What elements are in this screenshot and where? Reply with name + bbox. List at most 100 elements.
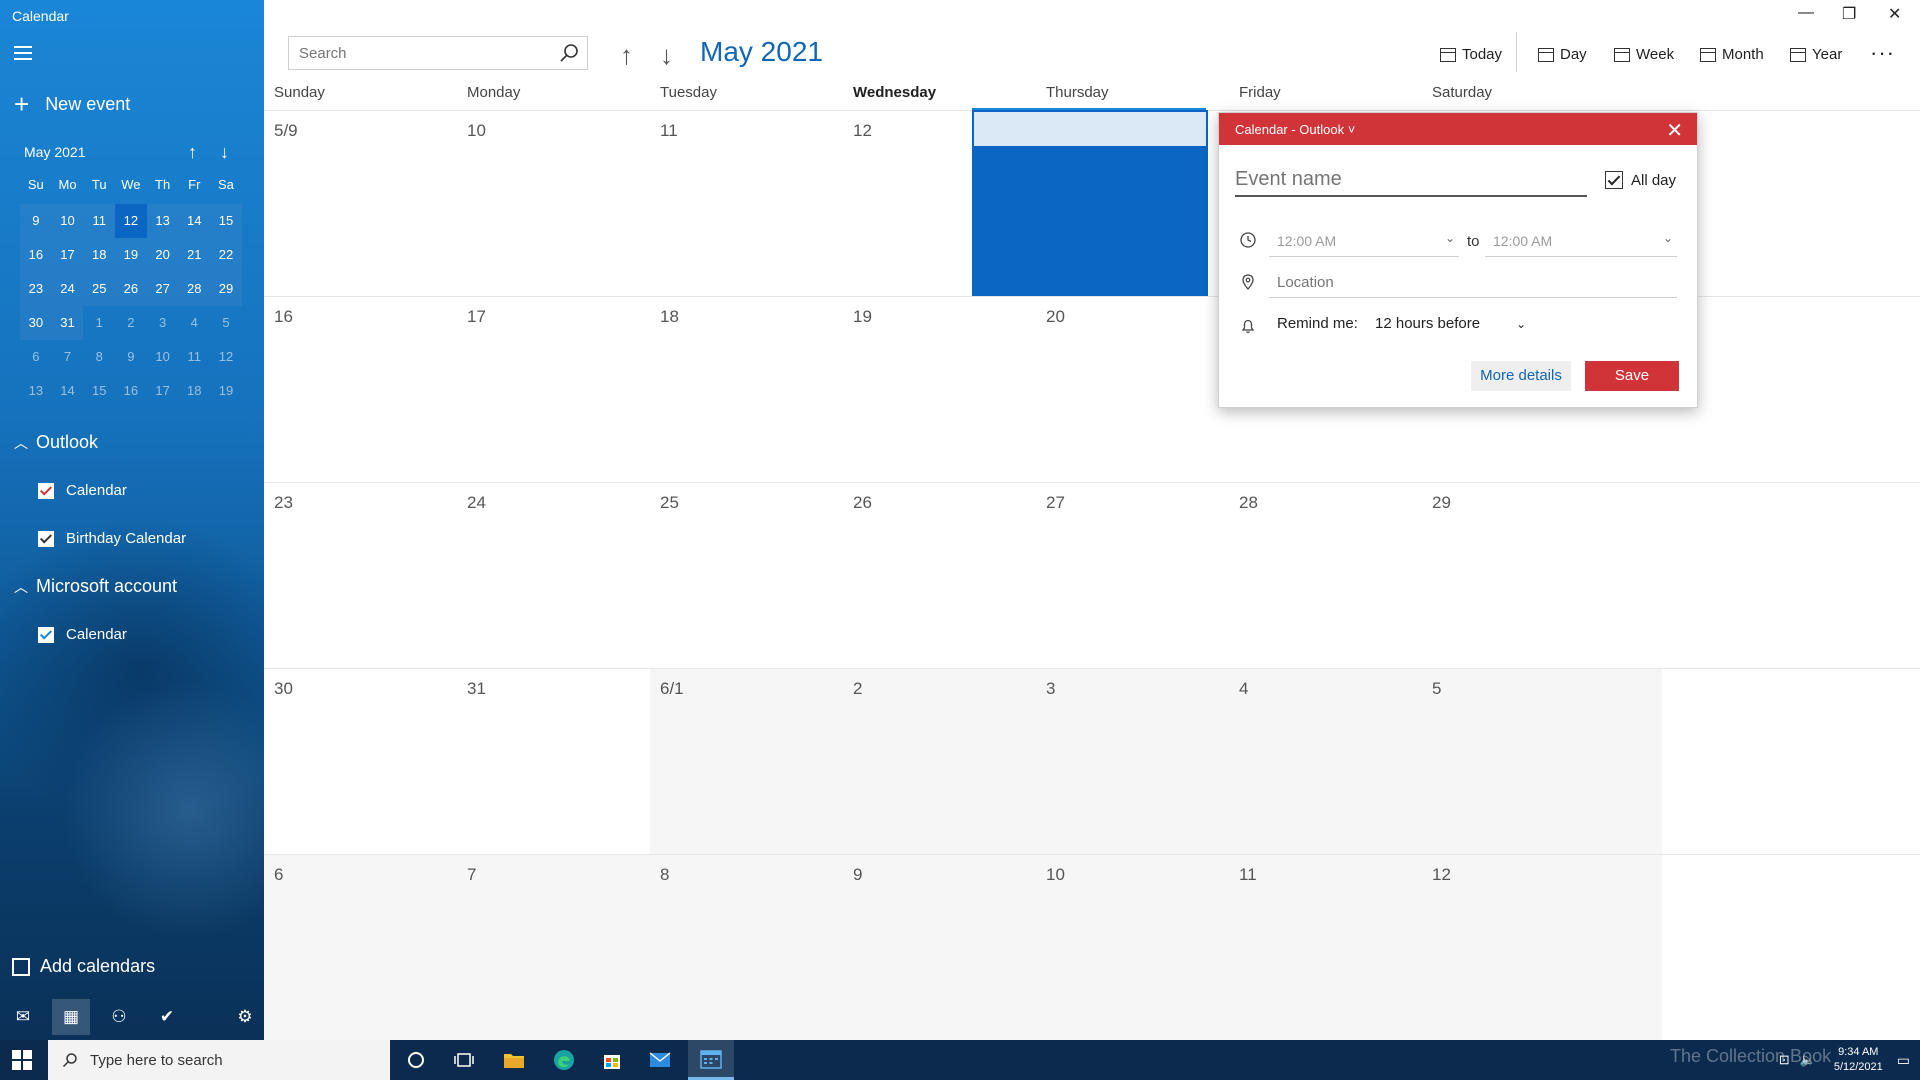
more-details-button[interactable]: More details: [1471, 361, 1571, 391]
day-cell[interactable]: 12: [1422, 855, 1662, 1040]
system-clock[interactable]: 9:34 AM 5/12/2021: [1834, 1045, 1883, 1075]
close-popup-icon[interactable]: ✕: [1666, 118, 1683, 143]
day-cell[interactable]: 7: [457, 855, 650, 1040]
calendar-item-birthday-calendar[interactable]: Birthday Calendar: [38, 530, 186, 547]
mini-calendar-day[interactable]: 14: [178, 204, 211, 238]
mini-calendar-day[interactable]: 23: [20, 272, 52, 306]
group-microsoft-account[interactable]: ︿ Microsoft account: [14, 576, 177, 597]
mini-calendar-day[interactable]: 12: [210, 340, 242, 374]
more-options-icon[interactable]: ···: [1870, 40, 1895, 66]
mini-calendar-day[interactable]: 5: [210, 306, 242, 340]
previous-month-arrow-icon[interactable]: ↑: [620, 40, 633, 71]
search-input[interactable]: [289, 37, 539, 69]
mini-calendar-day[interactable]: 24: [51, 272, 84, 306]
selected-day-block[interactable]: [972, 110, 1208, 296]
file-explorer-icon[interactable]: [500, 1046, 528, 1074]
month-title[interactable]: May 2021: [700, 36, 823, 68]
calendar-item-microsoft-calendar[interactable]: Calendar: [38, 626, 127, 643]
day-cell[interactable]: 9: [843, 855, 1036, 1040]
mini-calendar-day[interactable]: 11: [178, 340, 210, 374]
mini-calendar-day[interactable]: 21: [178, 238, 211, 272]
today-button[interactable]: Today: [1440, 46, 1502, 63]
mini-calendar-day[interactable]: 13: [20, 374, 52, 408]
search-icon[interactable]: [559, 43, 579, 63]
week-view-button[interactable]: Week: [1614, 46, 1674, 63]
day-cell[interactable]: 2: [843, 669, 1036, 854]
day-cell[interactable]: 16: [264, 297, 457, 482]
mini-calendar-day[interactable]: 26: [115, 272, 147, 306]
day-view-button[interactable]: Day: [1538, 46, 1587, 63]
mini-calendar-day[interactable]: 16: [115, 374, 147, 408]
hamburger-menu-icon[interactable]: [14, 46, 32, 60]
mini-calendar-day[interactable]: 31: [51, 306, 84, 340]
checkbox-checked-icon[interactable]: [38, 626, 54, 643]
mini-calendar-month-label[interactable]: May 2021: [24, 144, 85, 160]
save-button[interactable]: Save: [1585, 361, 1679, 391]
mail-icon[interactable]: ✉: [4, 999, 42, 1035]
year-view-button[interactable]: Year: [1790, 46, 1842, 63]
mini-calendar-day[interactable]: 11: [83, 204, 116, 238]
next-month-arrow-icon[interactable]: ↓: [660, 40, 673, 71]
day-cell[interactable]: 25: [650, 483, 843, 668]
day-cell[interactable]: 24: [457, 483, 650, 668]
close-window-icon[interactable]: ✕: [1888, 4, 1901, 24]
calendar-item-outlook-calendar[interactable]: Calendar: [38, 482, 127, 499]
day-cell[interactable]: 28: [1229, 483, 1422, 668]
calendar-app-taskbar-button[interactable]: [688, 1040, 734, 1080]
day-cell[interactable]: 8: [650, 855, 843, 1040]
checkbox-checked-icon[interactable]: [38, 530, 54, 547]
all-day-checkbox[interactable]: All day: [1605, 171, 1676, 189]
day-cell[interactable]: 17: [457, 297, 650, 482]
mini-calendar-day[interactable]: 2: [115, 306, 147, 340]
new-event-button[interactable]: + New event: [14, 91, 130, 117]
mini-calendar-day[interactable]: 27: [146, 272, 179, 306]
todo-icon[interactable]: ✔: [148, 999, 186, 1035]
mini-calendar-day[interactable]: 18: [83, 238, 116, 272]
day-cell[interactable]: 6/1: [650, 669, 843, 854]
mini-calendar-day[interactable]: 14: [52, 374, 84, 408]
mini-calendar-day[interactable]: 15: [210, 204, 242, 238]
day-cell[interactable]: 19: [843, 297, 1036, 482]
mini-calendar-day[interactable]: 15: [83, 374, 115, 408]
mini-calendar-day[interactable]: 12: [115, 204, 147, 238]
day-cell[interactable]: 18: [650, 297, 843, 482]
mini-calendar-day[interactable]: 25: [83, 272, 116, 306]
mini-calendar-day[interactable]: 22: [210, 238, 242, 272]
day-cell[interactable]: 10: [457, 111, 650, 296]
restore-icon[interactable]: ❐: [1842, 4, 1856, 24]
day-cell[interactable]: 31: [457, 669, 650, 854]
day-cell[interactable]: 6: [264, 855, 457, 1040]
day-cell[interactable]: 27: [1036, 483, 1229, 668]
end-time-select[interactable]: 12:00 AM ⌄: [1485, 227, 1677, 257]
notifications-icon[interactable]: ▭: [1897, 1052, 1910, 1069]
mini-calendar-day[interactable]: 13: [146, 204, 179, 238]
event-name-input[interactable]: [1235, 163, 1587, 195]
settings-icon[interactable]: ⚙: [226, 999, 264, 1035]
mini-calendar-day[interactable]: 10: [147, 340, 179, 374]
arrow-up-icon[interactable]: ↑: [188, 142, 197, 163]
location-input[interactable]: [1269, 268, 1677, 296]
month-view-button[interactable]: Month: [1700, 46, 1764, 63]
store-icon[interactable]: [598, 1046, 626, 1074]
day-cell[interactable]: 4: [1229, 669, 1422, 854]
checkbox-checked-icon[interactable]: [38, 482, 54, 499]
arrow-down-icon[interactable]: ↓: [220, 142, 229, 163]
edge-browser-icon[interactable]: [550, 1046, 578, 1074]
day-cell[interactable]: 10: [1036, 855, 1229, 1040]
mini-calendar-day[interactable]: 7: [52, 340, 84, 374]
day-cell[interactable]: 29: [1422, 483, 1662, 668]
reminder-select[interactable]: 12 hours before ⌄: [1375, 315, 1526, 332]
add-calendars-button[interactable]: Add calendars: [12, 956, 155, 977]
mini-calendar-day[interactable]: 19: [210, 374, 242, 408]
mini-calendar-day[interactable]: 30: [20, 306, 52, 340]
mini-calendar-day[interactable]: 1: [83, 306, 115, 340]
day-cell[interactable]: 11: [650, 111, 843, 296]
day-cell[interactable]: 3: [1036, 669, 1229, 854]
mini-calendar-day[interactable]: 9: [115, 340, 147, 374]
mini-calendar-day[interactable]: 28: [178, 272, 211, 306]
mini-calendar-day[interactable]: 3: [147, 306, 179, 340]
mini-calendar-day[interactable]: 17: [147, 374, 179, 408]
calendar-selector[interactable]: Calendar - Outlook ˅: [1235, 122, 1355, 137]
start-time-select[interactable]: 12:00 AM ⌄: [1269, 227, 1459, 257]
mini-calendar-day[interactable]: 18: [178, 374, 210, 408]
